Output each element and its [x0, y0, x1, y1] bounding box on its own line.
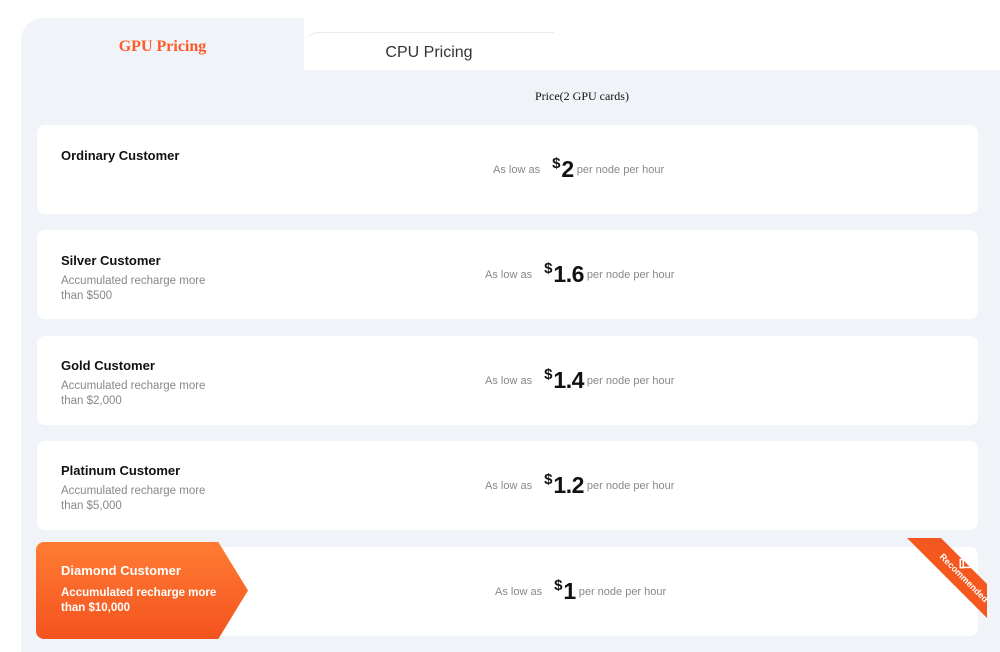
- price-lead: As low as: [485, 479, 533, 492]
- tab-cpu-pricing[interactable]: CPU Pricing: [304, 32, 554, 71]
- tier-name: Silver Customer: [61, 253, 161, 268]
- price-currency: $: [552, 155, 561, 172]
- price-amount: 1.6: [553, 261, 584, 287]
- price-lead: As low as: [493, 163, 541, 176]
- tier-name: Platinum Customer: [61, 463, 181, 478]
- tier-name: Gold Customer: [61, 358, 155, 373]
- tier-card-ordinary: Ordinary Customer As low as $ 2 per node…: [37, 125, 978, 214]
- price-currency: $: [544, 366, 553, 383]
- price-currency: $: [544, 260, 553, 277]
- tier-price: As low as $ 1 per node per hour: [495, 547, 666, 636]
- tab-gpu-pricing-label: GPU Pricing: [118, 38, 207, 55]
- tier-name: Ordinary Customer: [61, 148, 180, 163]
- tier-card-silver: Silver Customer Accumulated recharge mor…: [37, 230, 978, 319]
- price-amount: 2: [561, 156, 574, 182]
- thumbs-up-icon: [958, 552, 976, 570]
- price-column-header: Price(2 GPU cards): [535, 89, 629, 103]
- tier-price: As low as $ 1.2 per node per hour: [485, 441, 674, 530]
- price-lead: As low as: [495, 585, 543, 598]
- price-amount: 1: [563, 578, 576, 604]
- price-unit: per node per hour: [576, 163, 665, 176]
- tier-description: Accumulated recharge more than $2,000: [61, 380, 206, 407]
- tab-cpu-pricing-label: CPU Pricing: [385, 43, 473, 61]
- tier-description: Accumulated recharge more than $500: [61, 275, 206, 302]
- price-currency: $: [554, 577, 563, 594]
- tier-price: As low as $ 2 per node per hour: [493, 125, 664, 214]
- diamond-tier-badge: Diamond Customer Accumulated recharge mo…: [36, 542, 248, 639]
- price-unit: per node per hour: [586, 374, 675, 387]
- price-currency: $: [544, 471, 553, 488]
- price-lead: As low as: [485, 268, 533, 281]
- tier-card-platinum: Platinum Customer Accumulated recharge m…: [37, 441, 978, 530]
- tier-description: Accumulated recharge more than $5,000: [61, 485, 206, 512]
- price-unit: per node per hour: [586, 479, 675, 492]
- tab-gpu-pricing[interactable]: GPU Pricing: [21, 18, 304, 71]
- price-unit: per node per hour: [578, 585, 667, 598]
- tier-price: As low as $ 1.4 per node per hour: [485, 336, 674, 425]
- price-lead: As low as: [485, 374, 533, 387]
- price-unit: per node per hour: [586, 268, 675, 281]
- tier-price: As low as $ 1.6 per node per hour: [485, 230, 674, 319]
- price-amount: 1.4: [553, 367, 584, 393]
- price-amount: 1.2: [553, 472, 584, 498]
- tier-name: Diamond Customer: [61, 563, 181, 578]
- tier-card-gold: Gold Customer Accumulated recharge more …: [37, 336, 978, 425]
- tier-description: Accumulated recharge more than $10,000: [61, 587, 217, 614]
